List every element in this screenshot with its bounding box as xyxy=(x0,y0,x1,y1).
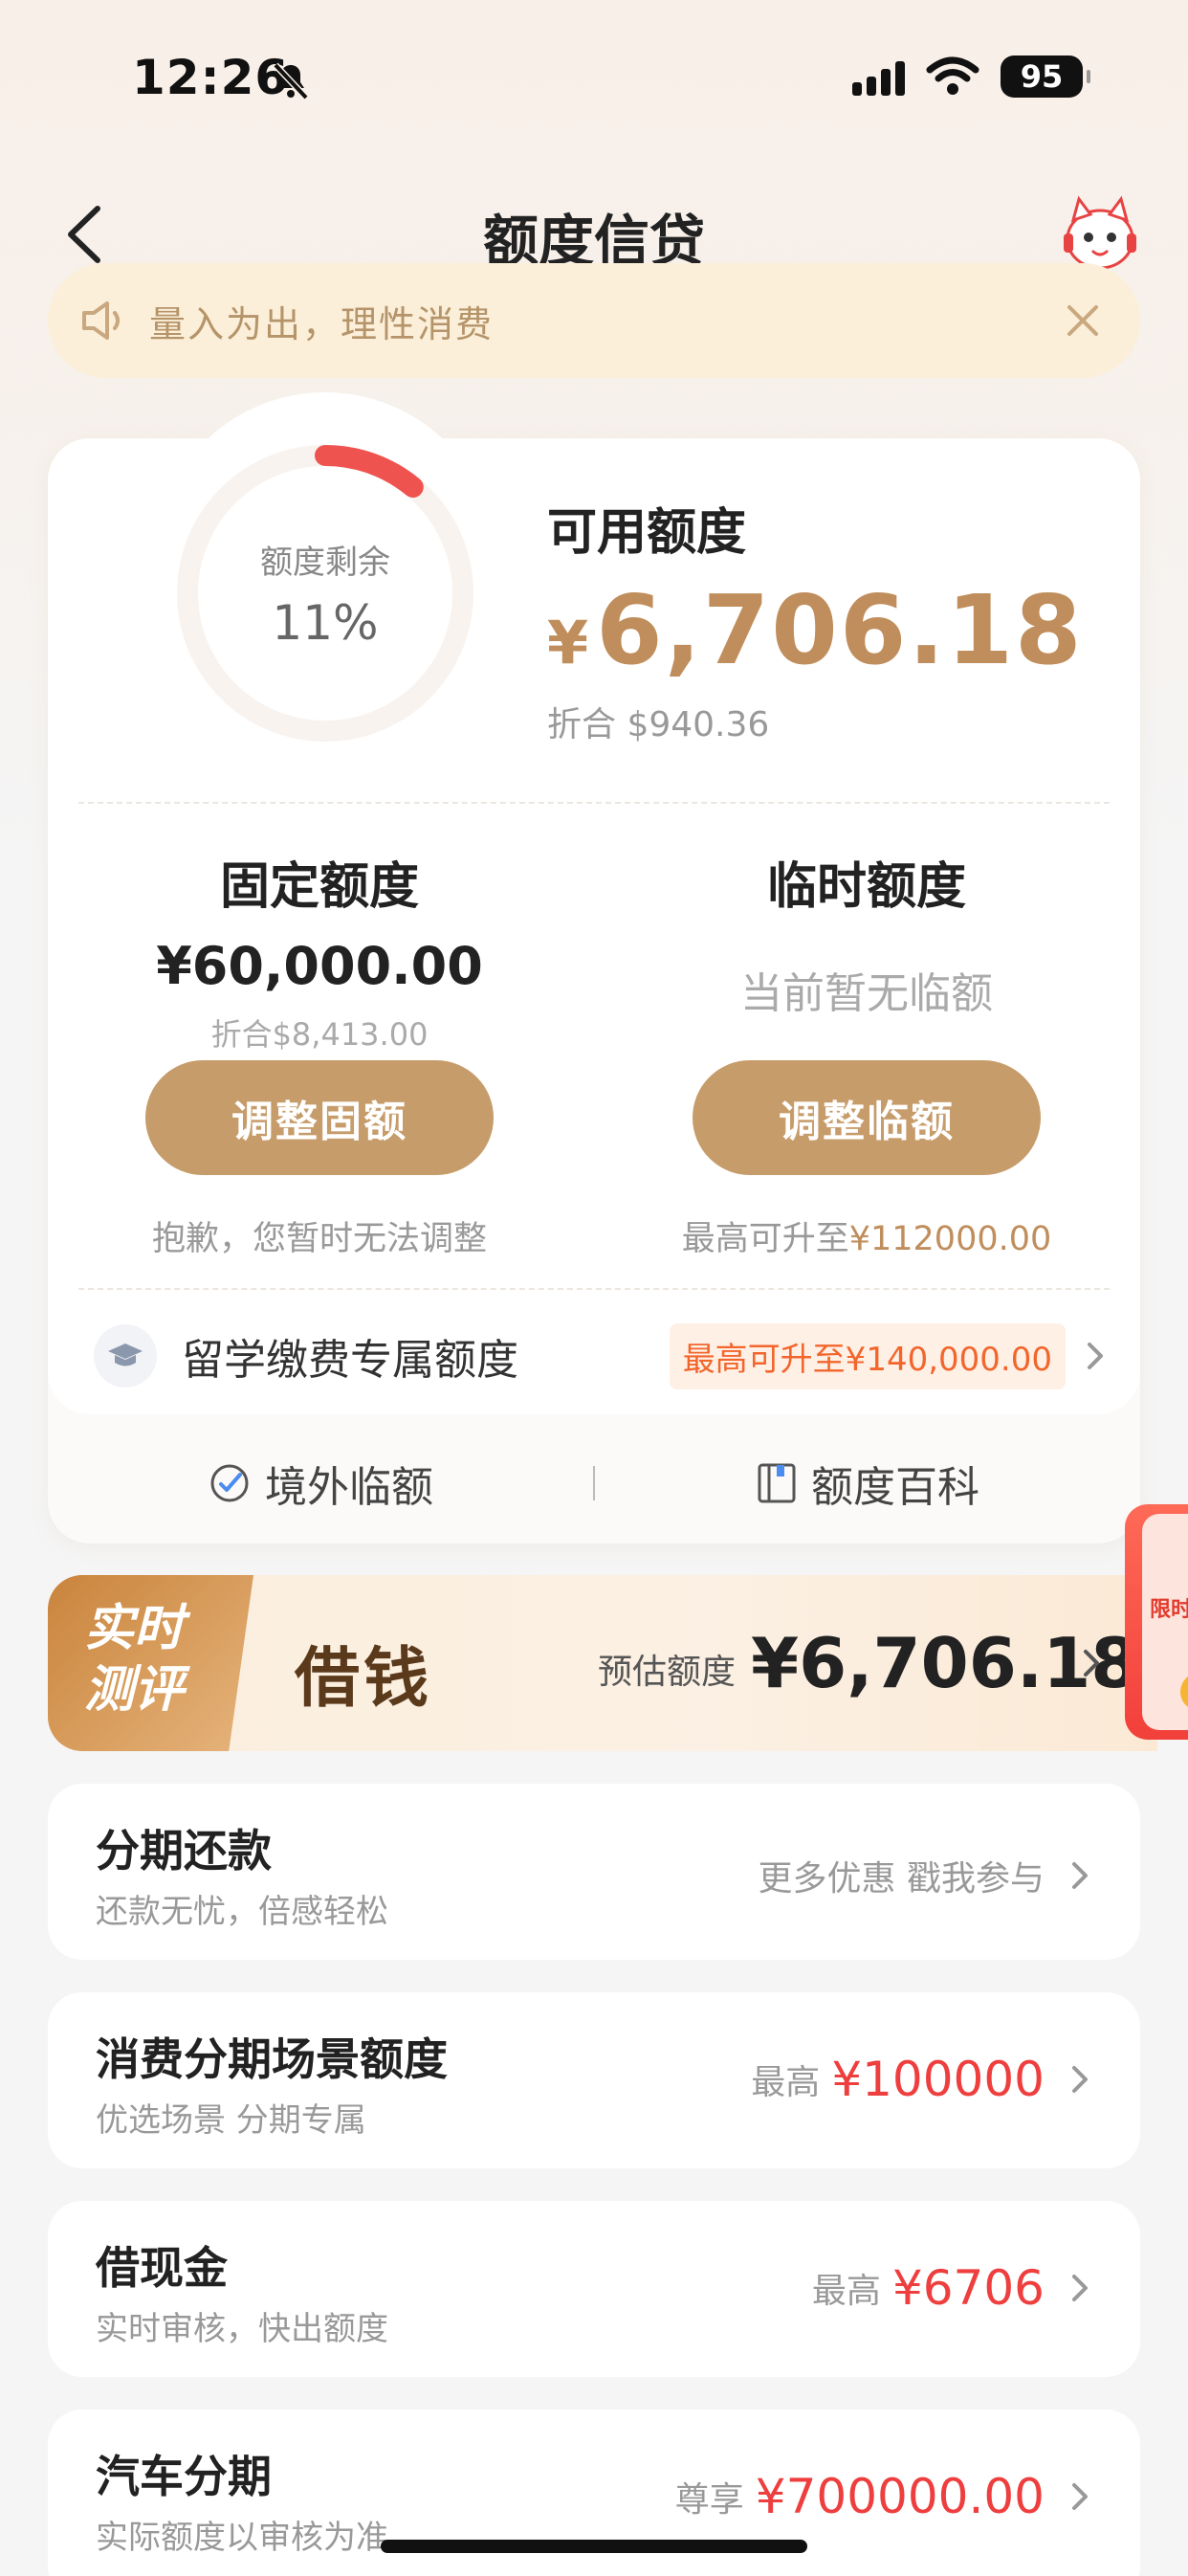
notice-text: 量入为出，理性消费 xyxy=(149,302,495,345)
note-prefix: 最高可升至 xyxy=(681,1220,849,1258)
chevron-right-icon xyxy=(1084,1650,1099,1677)
list-item-highlight: ¥700000.00 xyxy=(755,2469,1045,2524)
notice-bar: 量入为出，理性消费 xyxy=(48,263,1140,378)
available-amount-value: 6,706.18 xyxy=(596,574,1084,686)
credit-wiki-label: 额度百科 xyxy=(811,1463,979,1512)
battery-indicator: 95 xyxy=(1001,56,1090,98)
book-icon xyxy=(758,1463,796,1503)
chevron-right-icon xyxy=(1072,1862,1088,1889)
list-item-title: 消费分期场景额度 xyxy=(96,2033,448,2085)
temporary-credit-title: 临时额度 xyxy=(766,858,966,916)
list-item-highlight: ¥100000 xyxy=(831,2052,1045,2107)
list-item-right: 更多优惠 戳我参与 xyxy=(759,1851,1094,1900)
list-item-title: 借现金 xyxy=(96,2242,228,2294)
status-time: 12:26 xyxy=(132,50,290,105)
list-item-highlight: ¥6706 xyxy=(891,2260,1045,2316)
eval-tag-line1: 实时 xyxy=(84,1600,185,1657)
temporary-credit-note: 最高可升至¥112000.00 xyxy=(618,1211,1115,1260)
study-abroad-label: 留学缴费专属额度 xyxy=(182,1336,518,1385)
fixed-credit-converted: 折合$8,413.00 xyxy=(210,1016,429,1053)
list-item-subtitle: 还款无忧，倍感轻松 xyxy=(96,1893,388,1931)
borrow-title: 借钱 xyxy=(295,1641,433,1717)
fixed-credit-amount: ¥60,000.00 xyxy=(156,936,483,996)
silent-bell-icon xyxy=(273,62,309,100)
realtime-eval-tag: 实时 测评 xyxy=(48,1575,253,1751)
graduation-cap-icon xyxy=(94,1324,157,1388)
wifi-icon xyxy=(926,56,979,95)
status-icons: 95 xyxy=(852,56,1090,98)
speaker-icon xyxy=(82,301,120,340)
remaining-gauge xyxy=(177,445,473,742)
temporary-credit-empty: 当前暂无临额 xyxy=(740,969,993,1018)
list-item-subtitle: 实时审核，快出额度 xyxy=(96,2310,388,2348)
fixed-credit-title: 固定额度 xyxy=(219,858,419,916)
list-item-subtitle: 优选场景 分期专属 xyxy=(96,2101,366,2140)
list-item-right: 尊享 ¥700000.00 xyxy=(675,2469,1094,2524)
note-amount: ¥112000.00 xyxy=(848,1220,1052,1258)
divider xyxy=(78,802,1110,804)
gauge-arc xyxy=(315,445,424,499)
promo-floating-tab[interactable]: 限时 xyxy=(1125,1504,1188,1740)
cellular-signal-icon xyxy=(852,57,905,96)
credit-wiki-link[interactable]: 额度百科 xyxy=(595,1453,1140,1514)
available-credit-amount: ¥6,706.18 xyxy=(547,574,1084,686)
divider xyxy=(78,1288,1110,1290)
chevron-right-icon xyxy=(1072,2066,1088,2093)
available-credit-converted: 折合 $940.36 xyxy=(547,705,770,744)
overseas-temporary-label: 境外临额 xyxy=(265,1463,433,1512)
list-item-right-text: 更多优惠 戳我参与 xyxy=(758,1859,1045,1899)
estimate-label: 预估额度 xyxy=(598,1653,737,1692)
gauge-label: 额度剩余 xyxy=(260,544,390,582)
close-icon[interactable] xyxy=(1064,301,1102,340)
list-item-right-text: 最高 xyxy=(751,2063,821,2102)
list-item-title: 汽车分期 xyxy=(96,2451,272,2502)
chevron-right-icon xyxy=(1088,1343,1103,1369)
gauge-percent: 11% xyxy=(272,595,379,651)
chevron-right-icon xyxy=(1072,2275,1088,2301)
list-item-title: 分期还款 xyxy=(96,1825,272,1876)
overseas-icon xyxy=(210,1464,249,1502)
adjust-fixed-button[interactable]: 调整固额 xyxy=(145,1060,494,1175)
list-item-right: 最高 ¥100000 xyxy=(751,2052,1094,2107)
study-abroad-row[interactable]: 留学缴费专属额度 最高可升至¥140,000.00 xyxy=(94,1322,1110,1389)
list-item-subtitle: 实际额度以审核为准 xyxy=(96,2519,388,2557)
list-item-right-text: 尊享 xyxy=(674,2480,744,2520)
extra-links-row: 境外临额 额度百科 xyxy=(48,1435,1140,1531)
overseas-temporary-link[interactable]: 境外临额 xyxy=(48,1453,593,1514)
promo-text: 限时 xyxy=(1150,1598,1188,1622)
adjust-temporary-button[interactable]: 调整临额 xyxy=(693,1060,1041,1175)
available-credit-label: 可用额度 xyxy=(547,504,747,562)
home-indicator xyxy=(381,2540,807,2553)
fixed-credit-note: 抱歉，您暂时无法调整 xyxy=(151,1220,487,1258)
list-item-right: 最高 ¥6706 xyxy=(812,2260,1094,2316)
list-item-right-text: 最高 xyxy=(811,2272,881,2311)
eval-tag-line2: 测评 xyxy=(84,1661,185,1719)
study-abroad-badge: 最高可升至¥140,000.00 xyxy=(669,1322,1066,1389)
chevron-right-icon xyxy=(1072,2483,1088,2510)
currency-symbol: ¥ xyxy=(547,608,591,677)
